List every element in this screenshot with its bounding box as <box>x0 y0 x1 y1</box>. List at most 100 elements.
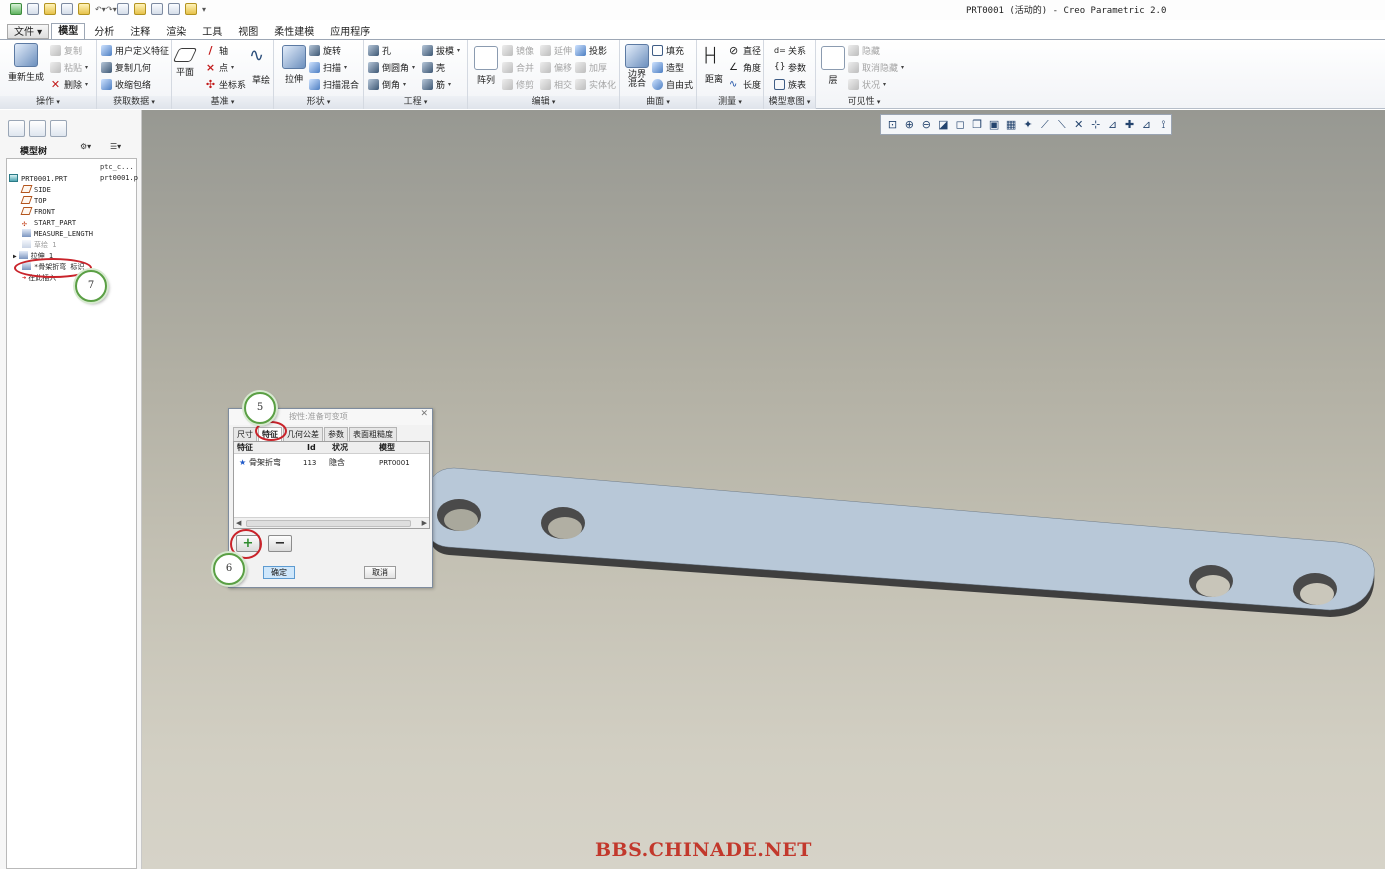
favorites-icon[interactable] <box>50 120 67 137</box>
sketch-button[interactable]: ∿ 草绘 <box>249 46 273 87</box>
tab-tools[interactable]: 工具 <box>195 24 229 39</box>
tab-annotate[interactable]: 注释 <box>123 24 157 39</box>
column-feature[interactable]: 特征 <box>237 442 253 454</box>
remove-item-button[interactable]: − <box>268 535 292 552</box>
axis-button[interactable]: / 轴 <box>205 43 228 57</box>
tree-item-measure-length[interactable]: MEASURE_LENGTH <box>22 229 93 240</box>
tree-item-part[interactable]: PRT0001.PRT <box>9 174 67 185</box>
offset-button[interactable]: 偏移 <box>540 60 572 74</box>
status-button[interactable]: 状况 ▾ <box>848 77 886 91</box>
relations-button[interactable]: d= 关系 <box>774 43 806 57</box>
ok-button[interactable]: 确定 <box>263 566 295 579</box>
tab-applications[interactable]: 应用程序 <box>323 24 377 39</box>
unhide-button[interactable]: 取消隐藏 ▾ <box>848 60 904 74</box>
dialog-tab-parameters[interactable]: 参数 <box>324 427 348 441</box>
shell-button[interactable]: 壳 <box>422 60 445 74</box>
tree-show-icon[interactable]: ☰▾ <box>110 142 132 155</box>
customize-qa-icon[interactable]: ▾ <box>202 5 208 14</box>
dialog-close-button[interactable]: ✕ <box>420 409 428 419</box>
freestyle-button[interactable]: 自由式 <box>652 77 693 91</box>
diameter-button[interactable]: ⊘ 直径 <box>729 43 761 57</box>
fill-button[interactable]: 填充 <box>652 43 684 57</box>
open-file-icon[interactable] <box>44 3 56 15</box>
group-model-intent-label[interactable]: 模型意图 <box>764 96 815 109</box>
dialog-tab-surface-finish[interactable]: 表面粗糙度 <box>349 427 397 441</box>
scroll-left-icon[interactable]: ◀ <box>236 519 241 527</box>
copy-geometry-button[interactable]: 复制几何 <box>101 60 151 74</box>
boundary-blend-button[interactable]: 边界混合 <box>624 44 650 89</box>
group-datum-label[interactable]: 基准 <box>172 96 273 109</box>
csys-button[interactable]: ✣ 坐标系 <box>205 77 246 91</box>
column-id[interactable]: Id <box>307 442 316 454</box>
tab-flexible-modeling[interactable]: 柔性建模 <box>267 24 321 39</box>
group-editing-label[interactable]: 编辑 <box>468 96 619 109</box>
model-tree-view-icon[interactable] <box>8 120 25 137</box>
family-table-button[interactable]: 族表 <box>774 77 806 91</box>
delete-button[interactable]: ✕ 删除 ▾ <box>50 77 88 91</box>
tab-render[interactable]: 渲染 <box>159 24 193 39</box>
rib-button[interactable]: 筋 ▾ <box>422 77 451 91</box>
style-button[interactable]: 造型 <box>652 60 684 74</box>
paste-button[interactable]: 粘贴 ▾ <box>50 60 88 74</box>
save-icon[interactable] <box>61 3 73 15</box>
tree-item-side[interactable]: SIDE <box>20 185 51 196</box>
scroll-right-icon[interactable]: ▶ <box>422 519 427 527</box>
hole-button[interactable]: 孔 <box>368 43 391 57</box>
draft-button[interactable]: 拔模 ▾ <box>422 43 460 57</box>
close-window-icon[interactable] <box>168 3 180 15</box>
cancel-button[interactable]: 取消 <box>364 566 396 579</box>
column-model[interactable]: 模型 <box>379 442 395 454</box>
length-button[interactable]: ∿ 长度 <box>729 77 761 91</box>
tab-analysis[interactable]: 分析 <box>87 24 121 39</box>
parameters-button[interactable]: {} 参数 <box>774 60 806 74</box>
regen-manager-icon[interactable] <box>134 3 146 15</box>
dialog-list-row[interactable]: ★ 骨架折弯 113 隐含 PRT0001 <box>234 457 429 469</box>
tree-item-top[interactable]: TOP <box>20 196 47 207</box>
dialog-tab-dimensions[interactable]: 尺寸 <box>233 427 257 441</box>
solidify-button[interactable]: 实体化 <box>575 77 616 91</box>
group-engineering-label[interactable]: 工程 <box>364 96 467 109</box>
extrude-button[interactable]: 拉伸 <box>282 45 306 85</box>
folder-icon[interactable] <box>185 3 197 15</box>
tree-item-start-part[interactable]: ✣ START_PART <box>22 218 76 229</box>
tab-model[interactable]: 模型 <box>51 23 86 40</box>
redo-icon[interactable]: ↷▾ <box>106 5 117 14</box>
regenerate-icon[interactable] <box>117 3 129 15</box>
new-file-icon[interactable] <box>27 3 39 15</box>
copy-button[interactable]: 复制 <box>50 43 82 57</box>
angle-button[interactable]: ∠ 角度 <box>729 60 761 74</box>
group-surfaces-label[interactable]: 曲面 <box>620 96 696 109</box>
extend-button[interactable]: 延伸 <box>540 43 572 57</box>
plane-button[interactable]: 平面 <box>172 48 198 78</box>
group-get-data-label[interactable]: 获取数据 <box>97 96 171 109</box>
layers-button[interactable]: 层 <box>821 46 845 86</box>
sweep-button[interactable]: 扫描 ▾ <box>309 60 347 74</box>
thicken-button[interactable]: 加厚 <box>575 60 607 74</box>
intersect-button[interactable]: 相交 <box>540 77 572 91</box>
scroll-thumb[interactable] <box>246 520 411 527</box>
merge-button[interactable]: 合并 <box>502 60 534 74</box>
project-button[interactable]: 投影 <box>575 43 607 57</box>
point-button[interactable]: × 点 ▾ <box>205 60 234 74</box>
tab-view[interactable]: 视图 <box>231 24 265 39</box>
tree-item-sketch-1[interactable]: 草绘 1 <box>22 240 56 251</box>
folder-browser-icon[interactable] <box>29 120 46 137</box>
shrinkwrap-button[interactable]: 收缩包络 <box>101 77 151 91</box>
expand-icon[interactable]: ▶ <box>13 253 17 260</box>
windows-icon[interactable] <box>151 3 163 15</box>
save-as-icon[interactable] <box>78 3 90 15</box>
group-operations-label[interactable]: 操作 <box>0 96 96 109</box>
mirror-button[interactable]: 镜像 <box>502 43 534 57</box>
pattern-button[interactable]: 阵列 <box>474 46 498 86</box>
dialog-tab-gtol[interactable]: 几何公差 <box>283 427 323 441</box>
tab-file[interactable]: 文件 ▾ <box>7 24 50 39</box>
round-button[interactable]: 倒圆角 ▾ <box>368 60 415 74</box>
group-shapes-label[interactable]: 形状 <box>274 96 363 109</box>
trim-button[interactable]: 修剪 <box>502 77 534 91</box>
tree-settings-icon[interactable]: ⚙▾ <box>80 142 102 155</box>
regenerate-button[interactable]: 重新生成 <box>8 43 44 83</box>
group-measure-label[interactable]: 测量 <box>697 96 763 109</box>
column-status[interactable]: 状况 <box>332 442 348 454</box>
swept-blend-button[interactable]: 扫描混合 <box>309 77 359 91</box>
revolve-button[interactable]: 旋转 <box>309 43 341 57</box>
